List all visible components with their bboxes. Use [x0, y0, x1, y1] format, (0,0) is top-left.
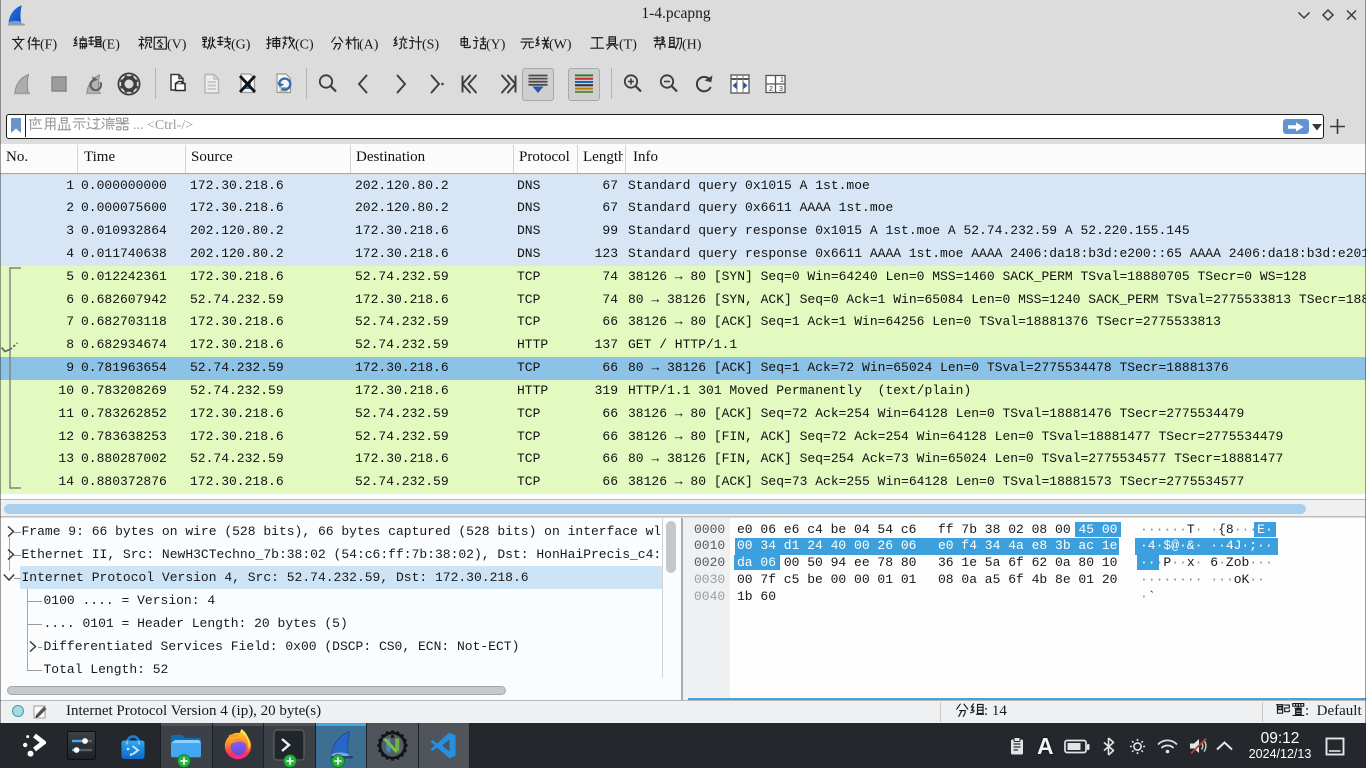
- svg-text:3: 3: [779, 86, 783, 93]
- svg-text:2: 2: [769, 86, 773, 93]
- svg-text:1: 1: [780, 77, 784, 84]
